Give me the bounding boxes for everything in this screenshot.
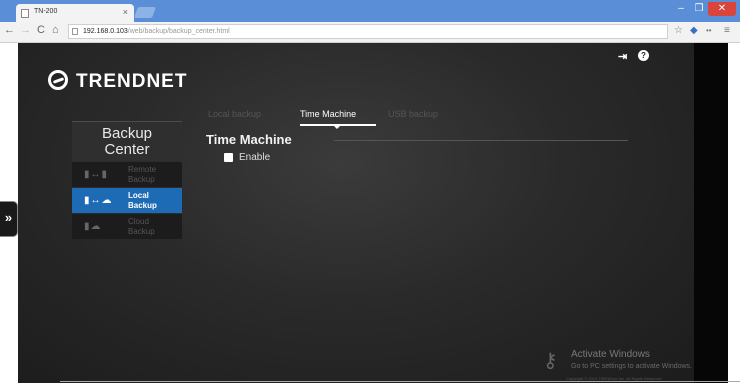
- sidebar-item-cloud-backup[interactable]: ▮☁ Cloud Backup: [72, 213, 182, 239]
- sidebar-item-label: Remote Backup: [128, 165, 157, 184]
- url-host: 192.168.0.103: [83, 28, 128, 35]
- panel-title-line2: Center: [104, 141, 150, 158]
- section-title: Time Machine: [206, 132, 292, 147]
- extension-overflow-icon[interactable]: ••: [706, 26, 712, 35]
- sidebar-item-local-backup[interactable]: ▮↔☁ Local Backup: [72, 187, 182, 213]
- browser-tab-title: TN-200: [34, 8, 58, 15]
- sidebar-item-label: Cloud Backup: [128, 217, 155, 236]
- watermark-title: Activate Windows: [571, 349, 650, 360]
- tab-time-machine[interactable]: Time Machine: [300, 109, 356, 119]
- page-right-margin: [694, 43, 728, 383]
- help-icon[interactable]: ?: [638, 50, 649, 61]
- browser-toolbar: ← → C ⌂ 192.168.0.103/web/backup/backup_…: [0, 22, 740, 43]
- bottom-divider: [60, 381, 740, 382]
- tab-local-backup[interactable]: Local backup: [208, 109, 261, 119]
- cloud-backup-icon: ▮☁: [84, 221, 102, 232]
- new-tab-button[interactable]: [133, 7, 157, 18]
- extension-icon[interactable]: ◆: [690, 25, 698, 36]
- forward-arrow-icon[interactable]: →: [20, 24, 31, 36]
- logo-ring-icon: [48, 70, 68, 90]
- page-icon: [72, 28, 78, 35]
- logo-text: TRENDNET: [76, 71, 188, 92]
- logout-icon[interactable]: ⇥: [618, 50, 627, 63]
- key-icon: ⚷: [543, 350, 558, 372]
- web-page: TRENDNET ⇥ ? Backup Center ▮↔▮ Remote Ba…: [18, 43, 694, 383]
- browser-tab[interactable]: TN-200 ×: [16, 4, 134, 22]
- panel-title: Backup Center: [72, 121, 182, 161]
- url-path: /web/backup/backup_center.html: [127, 28, 230, 35]
- backup-center-panel: Backup Center ▮↔▮ Remote Backup ▮↔☁ Loca…: [72, 121, 182, 239]
- home-icon[interactable]: ⌂: [52, 24, 59, 36]
- minimize-button[interactable]: –: [672, 2, 690, 16]
- page-favicon-icon: [21, 9, 29, 18]
- bookmark-star-icon[interactable]: ☆: [674, 25, 683, 36]
- browser-tab-strip: TN-200 × – ❐ ✕: [0, 0, 740, 22]
- address-bar[interactable]: 192.168.0.103/web/backup/backup_center.h…: [68, 24, 668, 39]
- close-window-button[interactable]: ✕: [708, 2, 736, 16]
- browser-menu-icon[interactable]: ≡: [724, 25, 730, 36]
- panel-title-line1: Backup: [101, 125, 153, 142]
- sidebar-item-remote-backup[interactable]: ▮↔▮ Remote Backup: [72, 161, 182, 187]
- section-divider: [334, 140, 628, 141]
- active-tab-indicator: [300, 124, 376, 129]
- remote-backup-icon: ▮↔▮: [84, 169, 109, 180]
- tab-usb-backup[interactable]: USB backup: [388, 109, 438, 119]
- sidebar-item-label: Local Backup: [128, 191, 157, 210]
- reload-icon[interactable]: C: [37, 24, 45, 36]
- enable-checkbox[interactable]: [224, 153, 233, 162]
- watermark-subtitle: Go to PC settings to activate Windows.: [571, 363, 692, 370]
- local-backup-icon: ▮↔☁: [84, 195, 113, 206]
- tab-close-icon[interactable]: ×: [123, 7, 128, 17]
- maximize-button[interactable]: ❐: [690, 2, 708, 16]
- enable-label: Enable: [239, 152, 271, 163]
- back-arrow-icon[interactable]: ←: [4, 24, 15, 36]
- sidebar-toggle-button[interactable]: »: [0, 201, 18, 237]
